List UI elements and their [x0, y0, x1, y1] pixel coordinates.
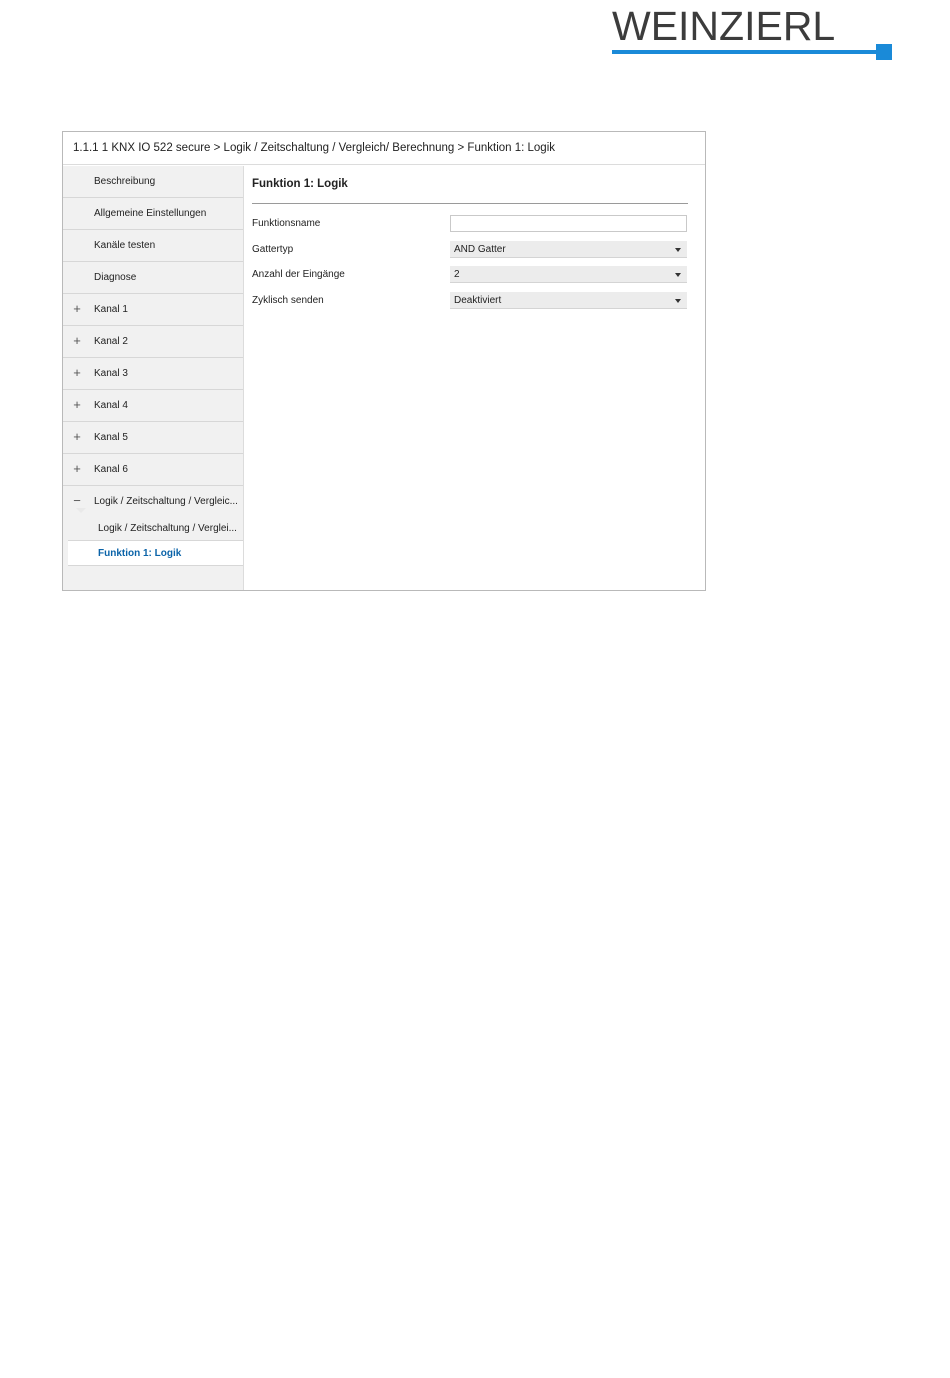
- funktionsname-input[interactable]: [450, 215, 687, 232]
- select-value: Deaktiviert: [454, 295, 502, 306]
- sidebar-item-kanal-3[interactable]: + Kanal 3: [63, 358, 243, 390]
- plus-icon[interactable]: +: [71, 390, 83, 420]
- sidebar: Beschreibung Allgemeine Einstellungen Ka…: [63, 166, 244, 590]
- sidebar-subitem-logik-overview[interactable]: Logik / Zeitschaltung / Verglei...: [68, 508, 243, 541]
- plus-icon[interactable]: +: [71, 358, 83, 388]
- logo-underline: [612, 50, 882, 54]
- sidebar-item-allgemeine-einstellungen[interactable]: Allgemeine Einstellungen: [63, 198, 243, 230]
- sidebar-item-kanal-2[interactable]: + Kanal 2: [63, 326, 243, 358]
- sidebar-item-label: Beschreibung: [94, 176, 156, 187]
- field-gattertyp: Gattertyp AND Gatter: [252, 241, 688, 259]
- gattertyp-select[interactable]: AND Gatter: [450, 241, 687, 258]
- field-zyklisch-senden: Zyklisch senden Deaktiviert: [252, 292, 688, 310]
- plus-icon[interactable]: +: [71, 294, 83, 324]
- page-title: Funktion 1: Logik: [252, 178, 348, 190]
- field-label: Gattertyp: [252, 244, 294, 255]
- sidebar-item-label: Kanal 5: [94, 432, 128, 443]
- logo-square: [876, 44, 892, 60]
- sidebar-item-kanal-5[interactable]: + Kanal 5: [63, 422, 243, 454]
- sidebar-item-label: Kanal 4: [94, 400, 128, 411]
- field-anzahl-eingaenge: Anzahl der Eingänge 2: [252, 266, 688, 284]
- sidebar-item-kanaele-testen[interactable]: Kanäle testen: [63, 230, 243, 262]
- sidebar-item-label: Allgemeine Einstellungen: [94, 208, 207, 219]
- weinzierl-logo: WEINZIERL: [612, 4, 902, 60]
- sidebar-item-kanal-1[interactable]: + Kanal 1: [63, 294, 243, 326]
- dropdown-arrow-icon: [675, 273, 681, 277]
- field-label: Funktionsname: [252, 218, 321, 229]
- field-label: Zyklisch senden: [252, 295, 324, 306]
- plus-icon[interactable]: +: [71, 454, 83, 484]
- sidebar-subitem-label: Funktion 1: Logik: [98, 548, 182, 559]
- sidebar-subitems: Logik / Zeitschaltung / Verglei... Funkt…: [63, 508, 243, 566]
- logo-text: WEINZIERL: [612, 3, 836, 49]
- sidebar-item-label: Kanal 1: [94, 304, 128, 315]
- anzahl-eingaenge-select[interactable]: 2: [450, 266, 687, 283]
- zyklisch-senden-select[interactable]: Deaktiviert: [450, 292, 687, 309]
- sidebar-item-label: Kanal 6: [94, 464, 128, 475]
- tree-notch-icon: [76, 508, 86, 513]
- field-label: Anzahl der Eingänge: [252, 269, 345, 280]
- sidebar-subitem-label: Logik / Zeitschaltung / Verglei...: [98, 523, 237, 534]
- sidebar-item-kanal-6[interactable]: + Kanal 6: [63, 454, 243, 486]
- plus-icon[interactable]: +: [71, 422, 83, 452]
- sidebar-item-logik-group[interactable]: − Logik / Zeitschaltung / Vergleic...: [63, 486, 243, 511]
- breadcrumb: 1.1.1 1 KNX IO 522 secure > Logik / Zeit…: [63, 132, 705, 165]
- field-funktionsname: Funktionsname: [252, 215, 688, 233]
- sidebar-subitem-funktion-1-logik[interactable]: Funktion 1: Logik: [68, 541, 243, 566]
- sidebar-item-label: Diagnose: [94, 272, 137, 283]
- dropdown-arrow-icon: [675, 248, 681, 252]
- select-value: AND Gatter: [454, 244, 506, 255]
- parameter-window: 1.1.1 1 KNX IO 522 secure > Logik / Zeit…: [62, 131, 706, 591]
- dropdown-arrow-icon: [675, 299, 681, 303]
- sidebar-item-label: Kanal 3: [94, 368, 128, 379]
- sidebar-item-label: Logik / Zeitschaltung / Vergleic...: [94, 496, 238, 507]
- content-panel: Funktion 1: Logik Funktionsname Gatterty…: [244, 166, 705, 590]
- sidebar-item-beschreibung[interactable]: Beschreibung: [63, 166, 243, 198]
- sidebar-item-label: Kanal 2: [94, 336, 128, 347]
- plus-icon[interactable]: +: [71, 326, 83, 356]
- sidebar-item-diagnose[interactable]: Diagnose: [63, 262, 243, 294]
- select-value: 2: [454, 269, 460, 280]
- sidebar-item-kanal-4[interactable]: + Kanal 4: [63, 390, 243, 422]
- sidebar-item-label: Kanäle testen: [94, 240, 156, 251]
- title-divider: [252, 203, 688, 204]
